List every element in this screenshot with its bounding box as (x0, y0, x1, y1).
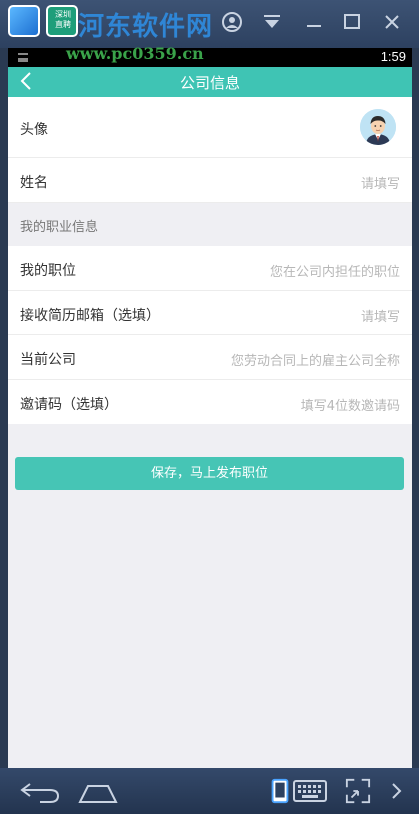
invite-code-input[interactable]: 填写4位数邀请码 (301, 395, 400, 414)
status-time: 1:59 (380, 49, 406, 64)
page-title: 公司信息 (179, 74, 240, 92)
avatar[interactable] (360, 109, 396, 145)
dropdown-menu-icon[interactable] (258, 8, 286, 36)
company-label: 当前公司 (20, 352, 76, 368)
emulator-app-icon[interactable] (8, 5, 40, 37)
name-field-row[interactable]: 姓名 请填写 (8, 158, 412, 203)
home-nav-icon[interactable] (78, 778, 118, 804)
minimize-icon[interactable] (300, 8, 328, 36)
avatar-row[interactable]: 头像 (8, 97, 412, 158)
emulator-bottom-nav (0, 768, 419, 814)
menu-icon (18, 53, 28, 62)
emulator-top-bar: 深圳 直聘 河东软件网 (0, 0, 419, 48)
watermark-url: www.pc0359.cn (66, 44, 204, 63)
app-shortcut-icon[interactable]: 深圳 直聘 (46, 5, 78, 37)
position-input[interactable]: 您在公司内担任的职位 (270, 261, 400, 280)
keyboard-icon[interactable] (293, 778, 327, 804)
chevron-right-icon[interactable] (390, 778, 404, 804)
app-header: 公司信息 (8, 67, 412, 97)
watermark-title: 河东软件网 (78, 12, 214, 42)
app-shortcut-label: 深圳 直聘 (55, 10, 71, 29)
close-icon[interactable] (378, 8, 406, 36)
resume-email-input[interactable]: 请填写 (361, 306, 400, 325)
avatar-label: 头像 (20, 122, 48, 138)
account-icon[interactable] (218, 8, 246, 36)
name-input[interactable]: 请填写 (361, 173, 400, 192)
invite-code-label: 邀请码（选填） (20, 397, 118, 413)
app-screen: 公司信息 头像 姓名 请填写 我的职业信息 我的职位 您在公司内担任的职位 接收… (8, 67, 412, 768)
resume-email-field-row[interactable]: 接收简历邮箱（选填） 请填写 (8, 291, 412, 335)
resume-email-label: 接收简历邮箱（选填） (20, 308, 160, 324)
company-input[interactable]: 您劳动合同上的雇主公司全称 (231, 350, 400, 369)
company-field-row[interactable]: 当前公司 您劳动合同上的雇主公司全称 (8, 335, 412, 380)
back-nav-icon[interactable] (20, 778, 62, 804)
fullscreen-icon[interactable] (344, 778, 372, 804)
position-field-row[interactable]: 我的职位 您在公司内担任的职位 (8, 246, 412, 291)
save-and-publish-button[interactable]: 保存，马上发布职位 (15, 457, 404, 490)
name-label: 姓名 (20, 175, 48, 191)
position-label: 我的职位 (20, 263, 76, 279)
career-section-title: 我的职业信息 (20, 220, 99, 235)
maximize-icon[interactable] (338, 8, 366, 36)
career-section-header: 我的职业信息 (8, 203, 412, 246)
portrait-mode-icon[interactable] (270, 778, 290, 804)
invite-code-field-row[interactable]: 邀请码（选填） 填写4位数邀请码 (8, 380, 412, 424)
